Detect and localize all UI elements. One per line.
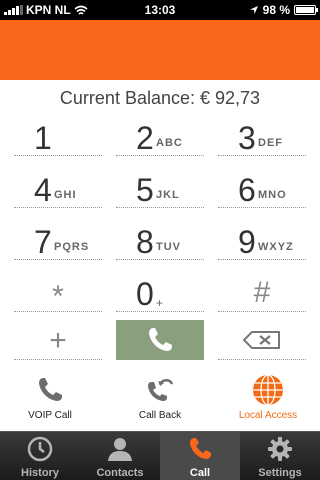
local-access-label: Local Access — [238, 410, 298, 421]
key-2[interactable]: 2 ABC — [116, 116, 204, 156]
voip-call-label: VOIP Call — [28, 410, 72, 421]
key-symbol: + — [49, 324, 67, 357]
call-options: VOIP Call Call Back Local Access — [0, 368, 320, 428]
key-letters: WXYZ — [258, 241, 294, 253]
tab-bar: History Contacts Call Settings — [0, 431, 320, 480]
key-letters: TUV — [156, 241, 181, 253]
key-letters: PQRS — [54, 241, 90, 253]
key-digit: 7 — [34, 224, 52, 260]
battery-fill — [296, 7, 314, 13]
key-letters: ABC — [156, 137, 183, 149]
key-0[interactable]: 0 + — [116, 272, 204, 312]
key-letters: + — [156, 296, 164, 310]
key-digit: 5 — [136, 172, 154, 208]
call-button[interactable] — [116, 320, 204, 360]
location-arrow-icon — [249, 6, 258, 14]
status-bar: KPN NL 13:03 98 % — [0, 0, 320, 20]
globe-icon — [253, 374, 283, 406]
key-letters: DEF — [258, 137, 283, 149]
call-back-label: Call Back — [138, 410, 182, 421]
key-digit: 1 — [34, 120, 52, 156]
key-symbol: # — [253, 276, 271, 309]
tab-history[interactable]: History — [0, 432, 80, 480]
key-symbol: * — [52, 280, 64, 313]
tab-settings-label: Settings — [258, 467, 302, 479]
gear-icon — [268, 437, 292, 461]
local-access-button[interactable]: Local Access — [218, 368, 318, 428]
tab-contacts[interactable]: Contacts — [80, 432, 160, 480]
key-digit: 2 — [136, 120, 154, 156]
key-digit: 0 — [136, 276, 154, 312]
clock-icon — [27, 436, 53, 462]
phone-handset-icon — [149, 328, 172, 351]
tab-contacts-label: Contacts — [96, 467, 144, 479]
voip-call-button[interactable]: VOIP Call — [0, 368, 100, 428]
key-letters: GHI — [54, 189, 77, 201]
tab-history-label: History — [21, 467, 59, 479]
call-back-icon — [148, 379, 174, 401]
key-digit: 6 — [238, 172, 256, 208]
backspace-button[interactable] — [218, 320, 306, 360]
current-balance: Current Balance: € 92,73 — [59, 88, 261, 108]
call-back-button[interactable]: Call Back — [110, 368, 210, 428]
key-1[interactable]: 1 — [14, 116, 102, 156]
key-digit: 9 — [238, 224, 256, 260]
key-letters: JKL — [156, 189, 180, 201]
battery-icon — [294, 5, 318, 15]
key-3[interactable]: 3 DEF — [218, 116, 306, 156]
tab-call-label: Call — [189, 467, 211, 479]
key-4[interactable]: 4 GHI — [14, 168, 102, 208]
tab-settings[interactable]: Settings — [240, 432, 320, 480]
tab-call[interactable]: Call — [160, 432, 240, 480]
key-digit: 3 — [238, 120, 256, 156]
key-star[interactable]: * — [14, 272, 102, 312]
key-8[interactable]: 8 TUV — [116, 220, 204, 260]
key-6[interactable]: 6 MNO — [218, 168, 306, 208]
phone-icon — [39, 378, 62, 401]
key-digit: 4 — [34, 172, 52, 208]
key-7[interactable]: 7 PQRS — [14, 220, 102, 260]
add-contact-button[interactable]: + — [14, 320, 102, 360]
phone-icon — [190, 438, 211, 459]
battery-percent: 98 % — [262, 3, 290, 17]
key-hash[interactable]: # — [218, 272, 306, 312]
key-9[interactable]: 9 WXYZ — [218, 220, 306, 260]
status-right: 98 % — [249, 3, 318, 17]
header-bar — [0, 20, 320, 80]
person-icon — [108, 438, 132, 461]
backspace-icon — [242, 331, 280, 349]
key-5[interactable]: 5 JKL — [116, 168, 204, 208]
key-letters: MNO — [258, 189, 287, 201]
key-digit: 8 — [136, 224, 154, 260]
